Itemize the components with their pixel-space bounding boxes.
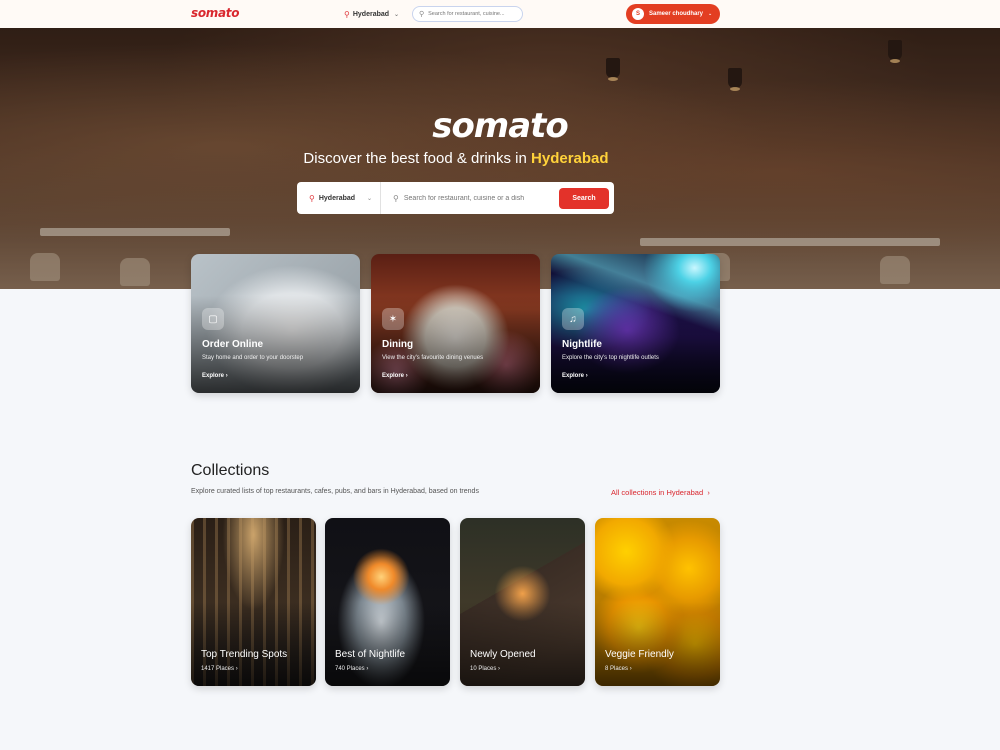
- places-count: 8 Places: [605, 666, 629, 672]
- chevron-down-icon: ⌄: [367, 195, 373, 202]
- collection-card-top-trending[interactable]: Top Trending Spots 1417 Places ›: [191, 518, 316, 686]
- chevron-right-icon: ›: [498, 666, 501, 672]
- chevron-right-icon: ›: [405, 373, 408, 379]
- collections-title: Collections: [191, 462, 270, 479]
- feature-title: Dining: [382, 339, 414, 350]
- hero-banner: somato Discover the best food & drinks i…: [0, 28, 1000, 289]
- location-pin-icon: ⚲: [344, 9, 350, 19]
- collection-places: 8 Places ›: [605, 666, 632, 672]
- user-menu-button[interactable]: S Sameer choudhary ⌄: [626, 4, 720, 24]
- hero-search-field[interactable]: ⚲: [381, 194, 559, 203]
- chevron-right-icon: ›: [366, 666, 369, 672]
- hero-search-bar: ⚲ Hyderabad ⌄ ⚲ Search: [297, 182, 614, 214]
- chevron-right-icon: ›: [225, 373, 228, 379]
- explore-label: Explore: [382, 373, 405, 379]
- explore-label: Explore: [562, 373, 585, 379]
- explore-link[interactable]: Explore ›: [382, 373, 408, 379]
- nav-search-input[interactable]: [428, 11, 519, 17]
- card-overlay: [191, 518, 316, 686]
- collection-places: 740 Places ›: [335, 666, 368, 672]
- explore-link[interactable]: Explore ›: [202, 373, 228, 379]
- feature-card-nightlife[interactable]: ♫ Nightlife Explore the city's top night…: [551, 254, 720, 393]
- chevron-right-icon: ›: [629, 666, 632, 672]
- feature-description: View the city's favourite dining venues: [382, 355, 484, 361]
- collection-card-nightlife[interactable]: Best of Nightlife 740 Places ›: [325, 518, 450, 686]
- hero-logo: somato: [432, 106, 569, 146]
- chevron-right-icon: ›: [585, 373, 588, 379]
- feature-description: Stay home and order to your doorstep: [202, 355, 304, 361]
- collection-places: 1417 Places ›: [201, 666, 238, 672]
- collection-card-newly-opened[interactable]: Newly Opened 10 Places ›: [460, 518, 585, 686]
- tagline-text: Discover the best food & drinks in: [303, 150, 532, 167]
- feature-card-order-online[interactable]: ▢ Order Online Stay home and order to yo…: [191, 254, 360, 393]
- music-note-icon: ♫: [562, 308, 584, 330]
- nav-location-label: Hyderabad: [352, 10, 390, 18]
- search-button[interactable]: Search: [559, 187, 609, 209]
- chevron-down-icon: ⌄: [708, 11, 713, 17]
- collection-title: Top Trending Spots: [201, 649, 288, 660]
- places-count: 740 Places: [335, 666, 365, 672]
- feature-card-dining[interactable]: ✶ Dining View the city's favourite dinin…: [371, 254, 540, 393]
- card-overlay: [460, 518, 585, 686]
- collection-places: 10 Places ›: [470, 666, 500, 672]
- card-overlay: [325, 518, 450, 686]
- collections-subtitle: Explore curated lists of top restaurants…: [191, 488, 479, 495]
- explore-link[interactable]: Explore ›: [562, 373, 588, 379]
- chevron-right-icon: ›: [707, 488, 710, 497]
- search-icon: ⚲: [419, 11, 425, 18]
- places-count: 1417 Places: [201, 666, 235, 672]
- feature-description: Explore the city's top nightlife outlets: [562, 355, 659, 361]
- user-name: Sameer choudhary: [649, 11, 704, 17]
- places-count: 10 Places: [470, 666, 497, 672]
- collection-title: Newly Opened: [470, 649, 536, 660]
- explore-label: Explore: [202, 373, 225, 379]
- feature-title: Order Online: [202, 339, 264, 350]
- tagline-city: Hyderabad: [531, 150, 609, 167]
- collection-title: Veggie Friendly: [605, 649, 674, 660]
- nav-search-box[interactable]: ⚲: [412, 6, 523, 22]
- collection-card-veggie-friendly[interactable]: Veggie Friendly 8 Places ›: [595, 518, 720, 686]
- chevron-right-icon: ›: [235, 666, 238, 672]
- hero-search-input[interactable]: [403, 194, 549, 202]
- hero-tagline: Discover the best food & drinks in Hyder…: [0, 150, 912, 167]
- all-collections-link[interactable]: All collections in Hyderabad ›: [611, 488, 710, 497]
- hero-location-label: Hyderabad: [318, 194, 356, 202]
- all-collections-label: All collections in Hyderabad: [611, 488, 704, 497]
- fork-knife-icon: ✶: [382, 308, 404, 330]
- feature-title: Nightlife: [562, 339, 602, 350]
- brand-logo[interactable]: somato: [191, 6, 239, 20]
- hero-location-selector[interactable]: ⚲ Hyderabad ⌄: [297, 182, 381, 214]
- location-pin-icon: ⚲: [309, 193, 315, 203]
- collection-title: Best of Nightlife: [335, 649, 406, 660]
- top-navbar: somato ⚲ Hyderabad ⌄ ⚲ S Sameer choudhar…: [0, 0, 1000, 28]
- bag-icon: ▢: [202, 308, 224, 330]
- chevron-down-icon: ⌄: [394, 11, 400, 18]
- card-overlay: [595, 518, 720, 686]
- avatar: S: [632, 8, 644, 20]
- search-icon: ⚲: [393, 193, 399, 203]
- nav-location-selector[interactable]: ⚲ Hyderabad ⌄: [340, 6, 402, 22]
